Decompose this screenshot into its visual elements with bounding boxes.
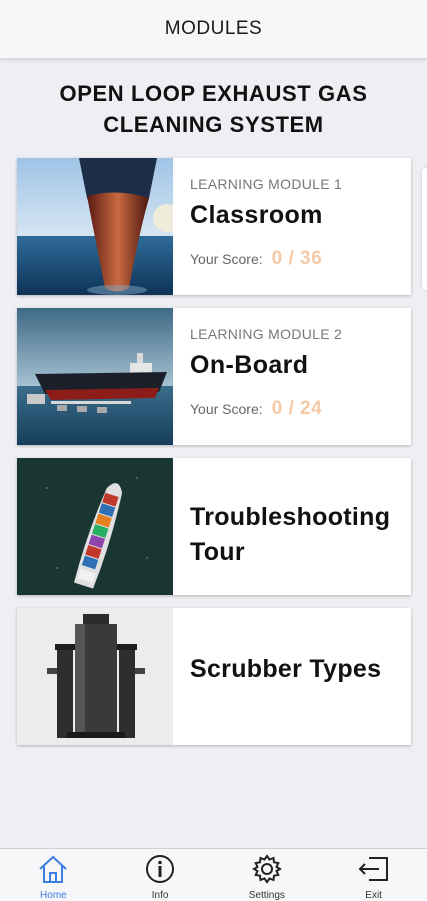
section-heading: OPEN LOOP EXHAUST GAS CLEANING SYSTEM	[0, 78, 427, 140]
module-title: On-Board	[190, 351, 309, 379]
module-title-line-2: Tour	[190, 538, 245, 566]
score-value: 0 / 24	[271, 398, 323, 419]
nav-exit[interactable]: Exit	[320, 849, 427, 901]
nav-home[interactable]: Home	[0, 849, 107, 901]
nav-exit-label: Exit	[365, 890, 382, 901]
module-card-classroom[interactable]: LEARNING MODULE 1 Classroom Your Score: …	[17, 158, 411, 295]
score-value: 0 / 36	[271, 248, 323, 269]
nav-info-label: Info	[151, 890, 169, 901]
module-label: LEARNING MODULE 2	[190, 326, 343, 342]
module-card-info: LEARNING MODULE 1 Classroom Your Score: …	[173, 158, 411, 295]
page-title: MODULES	[164, 18, 263, 39]
module-card-on-board[interactable]: LEARNING MODULE 2 On-Board Your Score: 0…	[17, 308, 411, 445]
module-title: Classroom	[190, 201, 323, 229]
score-label: Your Score:	[190, 401, 263, 417]
module-card-info: LEARNING MODULE 2 On-Board Your Score: 0…	[173, 308, 411, 445]
module-title: Troubleshooting Tour	[190, 500, 390, 570]
gear-icon	[250, 854, 284, 889]
heading-line-1: OPEN LOOP EXHAUST GAS	[59, 81, 368, 106]
ship-bow-photo	[17, 158, 181, 295]
score-row: Your Score: 0 / 36	[190, 248, 322, 270]
tanker-at-sea-photo	[17, 308, 173, 445]
exit-icon	[357, 854, 391, 889]
module-label: LEARNING MODULE 1	[190, 176, 343, 192]
nav-settings-label: Settings	[248, 890, 285, 901]
module-card-info: Troubleshooting Tour	[173, 458, 411, 595]
score-row: Your Score: 0 / 24	[190, 398, 322, 420]
top-app-bar: MODULES	[0, 0, 427, 59]
module-title-line-1: Troubleshooting	[190, 503, 391, 531]
container-ship-aerial-photo	[17, 458, 173, 595]
module-card-info: Scrubber Types	[173, 608, 411, 745]
home-icon	[36, 854, 70, 889]
bottom-navigation: Home Info Settings Exit	[0, 848, 427, 901]
side-drawer-handle[interactable]	[422, 168, 427, 290]
module-card-troubleshooting-tour[interactable]: Troubleshooting Tour	[17, 458, 411, 595]
heading-line-2: CLEANING SYSTEM	[103, 112, 324, 137]
nav-home-label: Home	[40, 890, 67, 901]
nav-info[interactable]: Info	[107, 849, 214, 901]
info-icon	[143, 854, 177, 889]
scrubber-unit-photo	[17, 608, 173, 745]
score-label: Your Score:	[190, 251, 263, 267]
nav-settings[interactable]: Settings	[214, 849, 321, 901]
module-card-scrubber-types[interactable]: Scrubber Types	[17, 608, 411, 745]
module-title: Scrubber Types	[190, 655, 382, 683]
